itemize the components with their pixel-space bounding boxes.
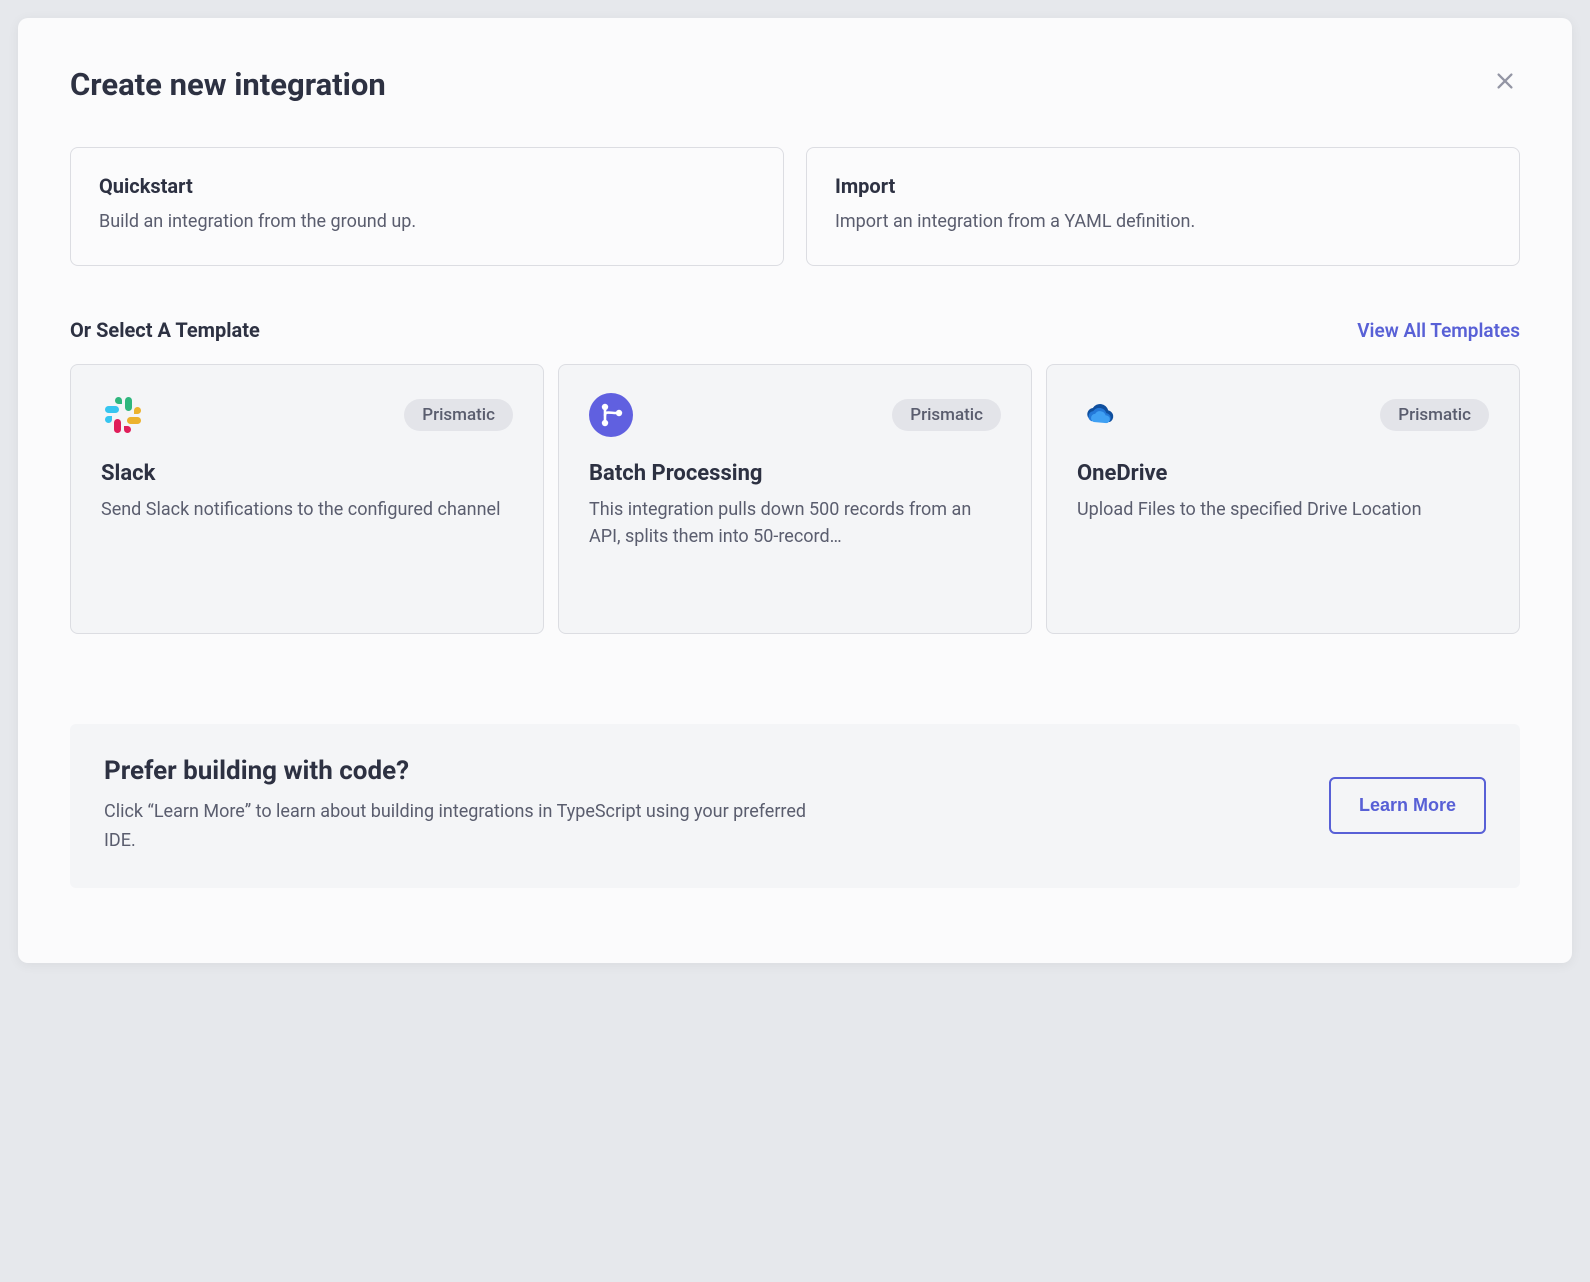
view-all-templates-link[interactable]: View All Templates xyxy=(1357,319,1520,342)
create-integration-modal: Create new integration Quickstart Build … xyxy=(18,18,1572,963)
template-name: Slack xyxy=(101,461,513,486)
option-desc: Import an integration from a YAML defini… xyxy=(835,208,1491,235)
templates-header: Or Select A Template View All Templates xyxy=(70,318,1520,342)
onedrive-icon xyxy=(1077,393,1121,437)
option-title: Import xyxy=(835,174,1491,198)
code-banner-desc: Click “Learn More” to learn about buildi… xyxy=(104,798,824,856)
code-banner-text: Prefer building with code? Click “Learn … xyxy=(104,756,1289,856)
close-button[interactable] xyxy=(1490,66,1520,96)
templates-section-title: Or Select A Template xyxy=(70,318,260,342)
option-desc: Build an integration from the ground up. xyxy=(99,208,755,235)
option-title: Quickstart xyxy=(99,174,755,198)
template-badge: Prismatic xyxy=(404,399,513,431)
slack-icon xyxy=(101,393,145,437)
close-icon xyxy=(1494,70,1516,92)
modal-title: Create new integration xyxy=(70,66,386,103)
template-desc: This integration pulls down 500 records … xyxy=(589,496,1001,550)
template-card-header: Prismatic xyxy=(101,393,513,437)
code-banner: Prefer building with code? Click “Learn … xyxy=(70,724,1520,888)
template-name: OneDrive xyxy=(1077,461,1489,486)
template-card-header: Prismatic xyxy=(589,393,1001,437)
template-badge: Prismatic xyxy=(1380,399,1489,431)
template-desc: Send Slack notifications to the configur… xyxy=(101,496,513,523)
import-card[interactable]: Import Import an integration from a YAML… xyxy=(806,147,1520,266)
template-name: Batch Processing xyxy=(589,461,1001,486)
code-banner-title: Prefer building with code? xyxy=(104,756,1289,786)
template-card-batch-processing[interactable]: Prismatic Batch Processing This integrat… xyxy=(558,364,1032,634)
template-desc: Upload Files to the specified Drive Loca… xyxy=(1077,496,1489,523)
git-branch-icon xyxy=(589,393,633,437)
learn-more-button[interactable]: Learn More xyxy=(1329,777,1486,834)
option-row: Quickstart Build an integration from the… xyxy=(70,147,1520,266)
template-badge: Prismatic xyxy=(892,399,1001,431)
template-card-slack[interactable]: Prismatic Slack Send Slack notifications… xyxy=(70,364,544,634)
quickstart-card[interactable]: Quickstart Build an integration from the… xyxy=(70,147,784,266)
template-card-onedrive[interactable]: Prismatic OneDrive Upload Files to the s… xyxy=(1046,364,1520,634)
template-card-header: Prismatic xyxy=(1077,393,1489,437)
templates-grid: Prismatic Slack Send Slack notifications… xyxy=(70,364,1520,634)
modal-header: Create new integration xyxy=(70,66,1520,103)
